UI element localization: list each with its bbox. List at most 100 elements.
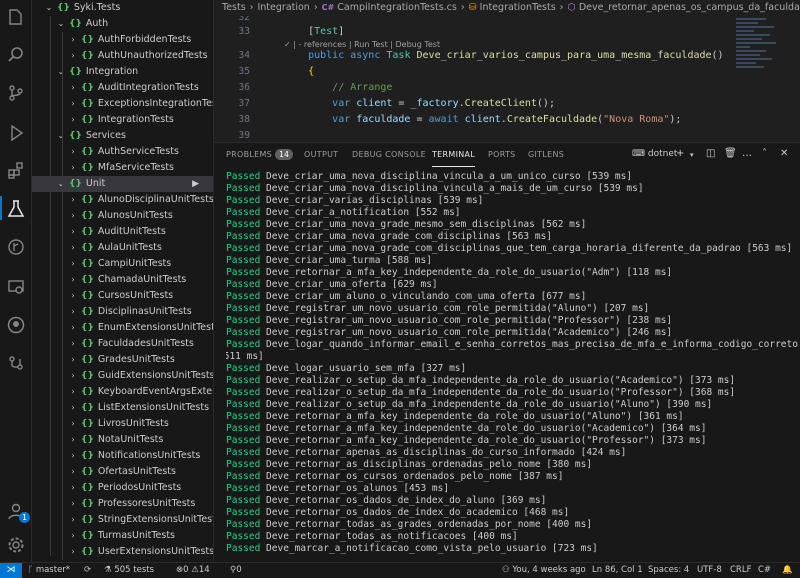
tab-debug-console[interactable]: DEBUG CONSOLE (352, 143, 426, 167)
problems-status[interactable]: ⊗0 ⚠14 (176, 563, 210, 578)
tree-item[interactable]: ⌄ {} Syki.Tests (32, 0, 213, 16)
tree-item[interactable]: › {} NotificationsUnitTests (32, 448, 213, 464)
tree-item[interactable]: › {} AlunosUnitTests (32, 208, 213, 224)
terminal-shell-label[interactable]: ⌨ dotnet (632, 149, 677, 159)
tree-item[interactable]: › {} UserExtensionsUnitTests (32, 544, 213, 560)
chevron-right-icon[interactable]: › (68, 256, 78, 272)
tree-item[interactable]: › {} ListExtensionsUnitTests (32, 400, 213, 416)
tree-item[interactable]: › {} ExceptionsIntegrationTests (32, 96, 213, 112)
breadcrumb-method[interactable]: Deve_retornar_apenas_os_campus_da_faculd… (579, 2, 800, 13)
tree-item[interactable]: › {}KeyboardEventArgsExten... (32, 384, 213, 400)
code-line[interactable]: [Test] (284, 26, 344, 37)
chevron-down-icon[interactable]: ⌄ (56, 16, 66, 32)
tree-item[interactable]: › {} FaculdadesUnitTests (32, 336, 213, 352)
tree-item[interactable]: › {} CursosUnitTests (32, 288, 213, 304)
indentation-status[interactable]: Spaces: 4 (648, 563, 689, 578)
tree-item[interactable]: › {} PeriodosUnitTests (32, 480, 213, 496)
tree-item[interactable]: › {} AuditIntegrationTests (32, 80, 213, 96)
chevron-right-icon[interactable]: › (68, 432, 78, 448)
extensions-icon[interactable] (5, 160, 27, 182)
close-panel-icon[interactable]: ✕ (780, 148, 788, 159)
tree-item[interactable]: ⌄ {} Auth (32, 16, 213, 32)
run-debug-icon[interactable] (5, 122, 27, 144)
chevron-down-icon[interactable]: ⌄ (56, 176, 66, 192)
chevron-right-icon[interactable]: › (68, 288, 78, 304)
codelens[interactable]: ✓ | - references | Run Test | Debug Test (284, 40, 440, 49)
maximize-panel-icon[interactable]: ˄ (762, 148, 767, 159)
chevron-right-icon[interactable]: › (68, 352, 78, 368)
chevron-down-icon[interactable]: ⌄ (56, 64, 66, 80)
breadcrumb-tests[interactable]: Tests (222, 2, 246, 13)
chevron-right-icon[interactable]: › (68, 320, 78, 336)
code-line[interactable]: // Arrange (284, 82, 392, 93)
tree-item[interactable]: › {} AuthForbiddenTests (32, 32, 213, 48)
split-terminal-icon[interactable]: ◫ (706, 148, 715, 159)
tree-item[interactable]: › {} TurmasUnitTests (32, 528, 213, 544)
terminal-output[interactable]: Passed Deve_criar_uma_nova_disciplina_vi… (226, 171, 798, 563)
tree-item[interactable]: › {} LivrosUnitTests (32, 416, 213, 432)
chevron-right-icon[interactable]: › (68, 208, 78, 224)
account-icon[interactable]: 1 (5, 500, 30, 523)
chevron-right-icon[interactable]: › (68, 416, 78, 432)
tree-item[interactable]: ⌄ {} Integration (32, 64, 213, 80)
breadcrumb-class[interactable]: IntegrationTests (480, 2, 556, 13)
chevron-right-icon[interactable]: › (68, 544, 78, 560)
chevron-right-icon[interactable]: › (68, 368, 78, 384)
chevron-right-icon[interactable]: › (68, 304, 78, 320)
trash-icon[interactable]: 🗑 (724, 148, 737, 159)
chevron-right-icon[interactable]: › (68, 272, 78, 288)
sync-icon[interactable]: ⟳ (84, 563, 91, 578)
tree-item[interactable]: › {} AulaUnitTests (32, 240, 213, 256)
source-control-icon[interactable] (5, 82, 27, 104)
chevron-right-icon[interactable]: › (68, 160, 78, 176)
chevron-right-icon[interactable]: › (68, 144, 78, 160)
chevron-right-icon[interactable]: › (68, 496, 78, 512)
chevron-down-icon[interactable]: ⌄ (44, 0, 54, 16)
branch-status[interactable]: ᚴ master* (28, 563, 70, 578)
test-count-status[interactable]: ⚗ 505 tests (104, 563, 154, 578)
remote-explorer-icon[interactable] (5, 276, 27, 298)
tree-item[interactable]: › {} OfertasUnitTests (32, 464, 213, 480)
encoding-status[interactable]: UTF-8 (697, 563, 722, 578)
tree-item[interactable]: › {} MfaServiceTests (32, 160, 213, 176)
eol-status[interactable]: CRLF (730, 563, 751, 578)
tree-item[interactable]: › {} ChamadaUnitTests (32, 272, 213, 288)
tree-item[interactable]: › {} AuthServiceTests (32, 144, 213, 160)
chevron-right-icon[interactable]: › (68, 512, 78, 528)
tree-item[interactable]: › {} NotaUnitTests (32, 432, 213, 448)
tree-item[interactable]: › {} IntegrationTests (32, 112, 213, 128)
chevron-down-icon[interactable]: ⌄ (56, 128, 66, 144)
tree-item[interactable]: ⌄ {} Services (32, 128, 213, 144)
tab-output[interactable]: OUTPUT (304, 143, 338, 167)
explorer-icon[interactable] (5, 6, 27, 28)
tab-terminal[interactable]: TERMINAL (432, 143, 476, 167)
code-line[interactable]: { (284, 66, 314, 77)
tree-item[interactable]: › {} StringExtensionsUnitTests (32, 512, 213, 528)
chevron-right-icon[interactable]: › (68, 464, 78, 480)
ports-status[interactable]: ⚲0 (230, 563, 242, 578)
chevron-right-icon[interactable]: › (68, 112, 78, 128)
chevron-right-icon[interactable]: › (68, 528, 78, 544)
chevron-right-icon[interactable]: › (68, 384, 78, 400)
run-test-icon[interactable]: ▶ (192, 176, 199, 192)
tab-ports[interactable]: PORTS (488, 143, 516, 167)
minimap[interactable] (736, 16, 786, 76)
chevron-right-icon[interactable]: › (68, 80, 78, 96)
github-icon[interactable] (5, 314, 27, 336)
tree-item[interactable]: ⌄ {} Unit ▶ (32, 176, 213, 192)
code-line[interactable]: var client = _factory.CreateClient(); (284, 98, 555, 109)
chevron-right-icon[interactable]: › (68, 448, 78, 464)
chevron-right-icon[interactable]: › (68, 32, 78, 48)
settings-gear-icon[interactable] (5, 534, 27, 556)
chevron-down-icon[interactable]: ▾ (690, 151, 694, 159)
blame-status[interactable]: ⚇ You, 4 weeks ago (502, 563, 586, 578)
testing-icon[interactable] (5, 198, 27, 220)
chevron-right-icon[interactable]: › (68, 480, 78, 496)
tree-item[interactable]: › {} AuthUnauthorizedTests (32, 48, 213, 64)
tree-item[interactable]: › {} GuidExtensionsUnitTests (32, 368, 213, 384)
remote-icon[interactable]: ⋊ (0, 563, 22, 578)
chevron-right-icon[interactable]: › (68, 48, 78, 64)
code-line[interactable]: public async Task Deve_criar_varios_camp… (284, 50, 723, 61)
tree-item[interactable]: › {} GradesUnitTests (32, 352, 213, 368)
tree-item[interactable]: › {} ProfessoresUnitTests (32, 496, 213, 512)
